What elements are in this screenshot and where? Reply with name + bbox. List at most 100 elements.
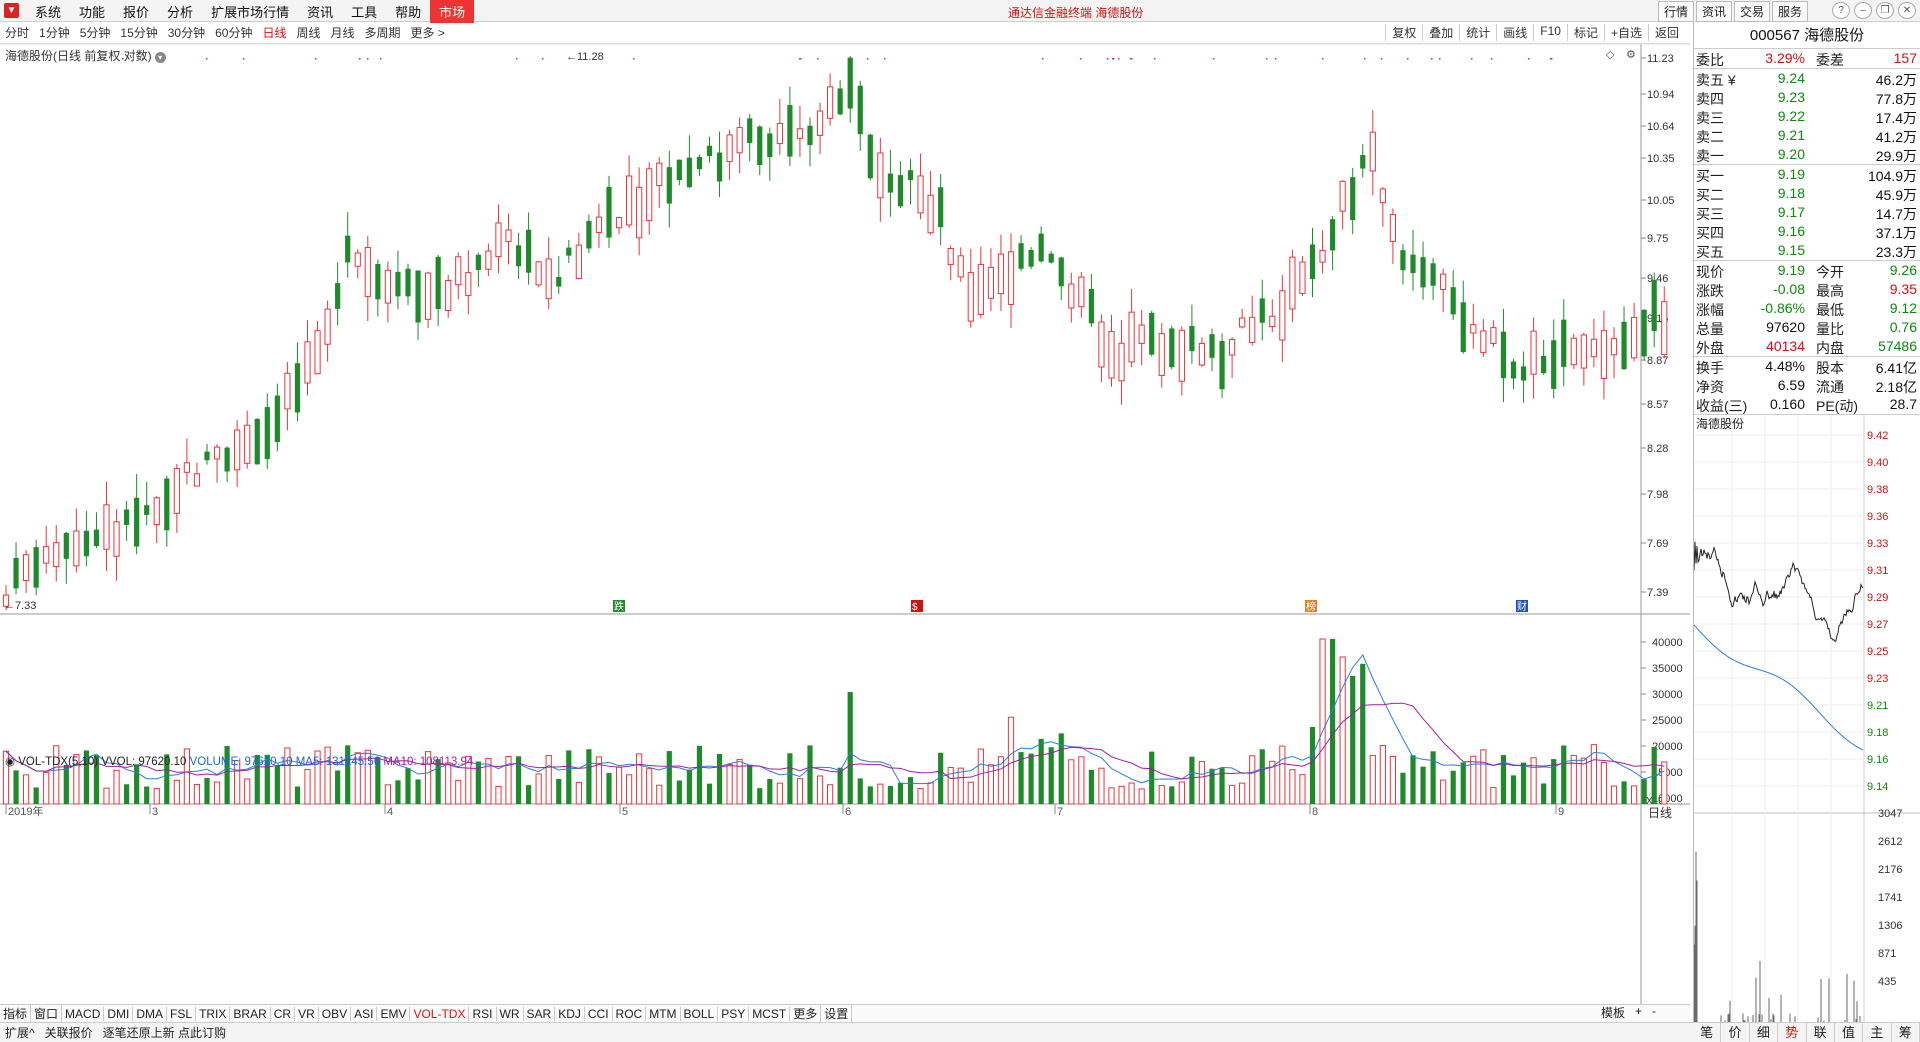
quote-tab[interactable]: 细 — [1750, 1023, 1779, 1042]
toolbar-button[interactable]: 返回 — [1647, 24, 1685, 41]
toolbar-button[interactable]: 复权 — [1385, 24, 1422, 41]
period-tab[interactable]: 15分钟 — [115, 24, 162, 41]
daily-label[interactable]: 日线 — [1648, 806, 1672, 820]
indicator-tab[interactable]: BOLL — [681, 1006, 719, 1021]
ask-row[interactable]: 卖一 9.20 29.9万 — [1694, 145, 1920, 164]
help-icon[interactable]: ? — [1832, 2, 1850, 19]
indicator-tab[interactable]: MACD — [62, 1006, 105, 1021]
volume-title[interactable]: ◉ VOL-TDX(5,10) VVOL: 97620.10 VOLUME: 9… — [5, 754, 473, 768]
indicator-tab[interactable]: PSY — [718, 1006, 750, 1021]
quote-tab[interactable]: 势 — [1778, 1023, 1807, 1042]
quote-tab[interactable]: 值 — [1835, 1023, 1864, 1042]
quote-tab[interactable]: 价 — [1721, 1023, 1750, 1042]
menu-item[interactable]: 市场 — [430, 0, 475, 23]
period-tab[interactable]: 60分钟 — [210, 24, 257, 41]
indicator-tab[interactable]: 窗口 — [31, 1005, 63, 1022]
top-button[interactable]: 服务 — [1771, 1, 1808, 22]
ask-row[interactable]: 卖五 ¥ 9.24 46.2万 — [1694, 69, 1920, 88]
app-logo-icon[interactable]: ▼ — [4, 3, 19, 18]
bid-row[interactable]: 买五 9.15 23.3万 — [1694, 241, 1920, 260]
period-tab[interactable]: 周线 — [291, 24, 325, 41]
period-tab[interactable]: 5分钟 — [75, 24, 116, 41]
indicator-tab[interactable]: SAR — [524, 1006, 556, 1021]
ask-row[interactable]: 卖二 9.21 41.2万 — [1694, 126, 1920, 145]
quote-tab[interactable]: 笔 — [1693, 1023, 1722, 1042]
event-marker[interactable]: 跌 — [614, 600, 624, 613]
ask-row[interactable]: 卖四 9.23 77.8万 — [1694, 88, 1920, 107]
period-tab[interactable]: 更多 > — [406, 24, 450, 41]
event-marker[interactable]: 财 — [1517, 600, 1527, 613]
template-button[interactable]: 模板 — [1596, 1004, 1630, 1021]
bid-row[interactable]: 买四 9.16 37.1万 — [1694, 222, 1920, 241]
menu-item[interactable]: 报价 — [114, 2, 158, 21]
indicator-tab[interactable]: MTM — [646, 1006, 681, 1021]
top-button[interactable]: 交易 — [1733, 1, 1770, 22]
indicator-tab[interactable]: ASI — [351, 1006, 378, 1021]
kline-chart[interactable]: 11.2310.9410.6410.3510.059.759.469.168.8… — [0, 44, 1690, 1004]
toolbar-button[interactable]: 叠加 — [1422, 24, 1459, 41]
status-item[interactable]: 扩展^ — [0, 1024, 40, 1041]
period-tab[interactable]: 30分钟 — [163, 24, 210, 41]
quote-tab[interactable]: 主 — [1863, 1023, 1892, 1042]
indicator-tab[interactable]: TRIX — [196, 1006, 231, 1021]
period-tab[interactable]: 日线 — [257, 24, 291, 41]
period-tab[interactable]: 多周期 — [360, 24, 406, 41]
toolbar-button[interactable]: 统计 — [1459, 24, 1496, 41]
toolbar-button[interactable]: 标记 — [1566, 24, 1604, 41]
indicator-tab[interactable]: EMV — [377, 1006, 411, 1021]
bid-row[interactable]: 买三 9.17 14.7万 — [1694, 203, 1920, 222]
indicator-tab[interactable]: WR — [497, 1006, 524, 1021]
top-button[interactable]: 行情 — [1657, 1, 1694, 22]
menu-item[interactable]: 资讯 — [298, 2, 342, 21]
ask-row[interactable]: 卖三 9.22 17.4万 — [1694, 107, 1920, 126]
indicator-tab[interactable]: BRAR — [230, 1006, 271, 1021]
toolbar-button[interactable]: F10 — [1533, 24, 1567, 41]
status-item[interactable]: 逐笔还原上新 点此订购 — [98, 1024, 231, 1041]
indicator-tab[interactable]: MCST — [749, 1006, 791, 1021]
indicator-tab[interactable]: VOL-TDX — [410, 1006, 470, 1021]
menu-item[interactable]: 扩展市场行情 — [202, 2, 298, 21]
template-button[interactable]: - — [1647, 1004, 1661, 1021]
menu-item[interactable]: 分析 — [158, 2, 202, 21]
menu-item[interactable]: 功能 — [70, 2, 114, 21]
indicator-tab[interactable]: DMA — [133, 1006, 168, 1021]
indicator-tab[interactable]: CR — [271, 1006, 296, 1021]
event-marker[interactable]: 榜 — [1306, 600, 1316, 613]
dropdown-icon[interactable]: ▾ — [154, 52, 166, 63]
volume-title-icon[interactable]: ◉ — [5, 756, 15, 768]
indicator-tab[interactable]: KDJ — [555, 1006, 585, 1021]
status-item[interactable]: 关联报价 — [40, 1024, 98, 1041]
minimize-icon[interactable]: – — [1854, 2, 1872, 19]
indicator-tab[interactable]: ROC — [613, 1006, 647, 1021]
menu-item[interactable]: 系统 — [26, 2, 70, 21]
indicator-tab[interactable]: DMI — [104, 1006, 134, 1021]
toolbar-button[interactable]: 画线 — [1496, 24, 1533, 41]
indicator-tab[interactable]: 指标 — [0, 1005, 32, 1022]
settings-icon[interactable]: ⚙ — [1626, 49, 1636, 61]
bid-row[interactable]: 买一 9.19 104.9万 — [1694, 165, 1920, 184]
bid-row[interactable]: 买二 9.18 45.9万 — [1694, 184, 1920, 203]
quote-tab[interactable]: 联 — [1807, 1023, 1835, 1042]
chart-title[interactable]: 海德股份(日线 前复权 对数) ▾ — [5, 47, 166, 64]
menu-item[interactable]: 帮助 — [386, 2, 430, 21]
indicator-tab[interactable]: 更多 — [790, 1005, 822, 1022]
restore-icon[interactable]: ❐ — [1876, 2, 1894, 19]
event-marker[interactable]: $ — [912, 602, 918, 613]
toolbar-button[interactable]: +自选 — [1603, 24, 1648, 41]
indicator-tab[interactable]: VR — [295, 1006, 319, 1021]
period-tab[interactable]: 月线 — [326, 24, 360, 41]
close-icon[interactable]: ✕ — [1898, 2, 1916, 19]
period-tab[interactable]: 分时 — [0, 24, 34, 41]
period-tab[interactable]: 1分钟 — [34, 24, 75, 41]
top-button[interactable]: 资讯 — [1695, 1, 1732, 22]
indicator-tab[interactable]: CCI — [585, 1006, 613, 1021]
indicator-tab[interactable]: 设置 — [821, 1005, 853, 1022]
quote-tab[interactable]: 筹 — [1892, 1023, 1920, 1042]
template-button[interactable]: + — [1630, 1004, 1647, 1021]
indicator-tab[interactable]: OBV — [319, 1006, 352, 1021]
indicator-tab[interactable]: FSL — [167, 1006, 197, 1021]
indicator-tab[interactable]: RSI — [469, 1006, 497, 1021]
diamond-icon[interactable]: ◇ — [1606, 49, 1615, 61]
intraday-mini-chart[interactable]: 9.42 9.40 9.38 9.36 9.33 9.31 9.29 9.27 9.25 9.23… — [1694, 415, 1920, 1042]
menu-item[interactable]: 工具 — [342, 2, 386, 21]
